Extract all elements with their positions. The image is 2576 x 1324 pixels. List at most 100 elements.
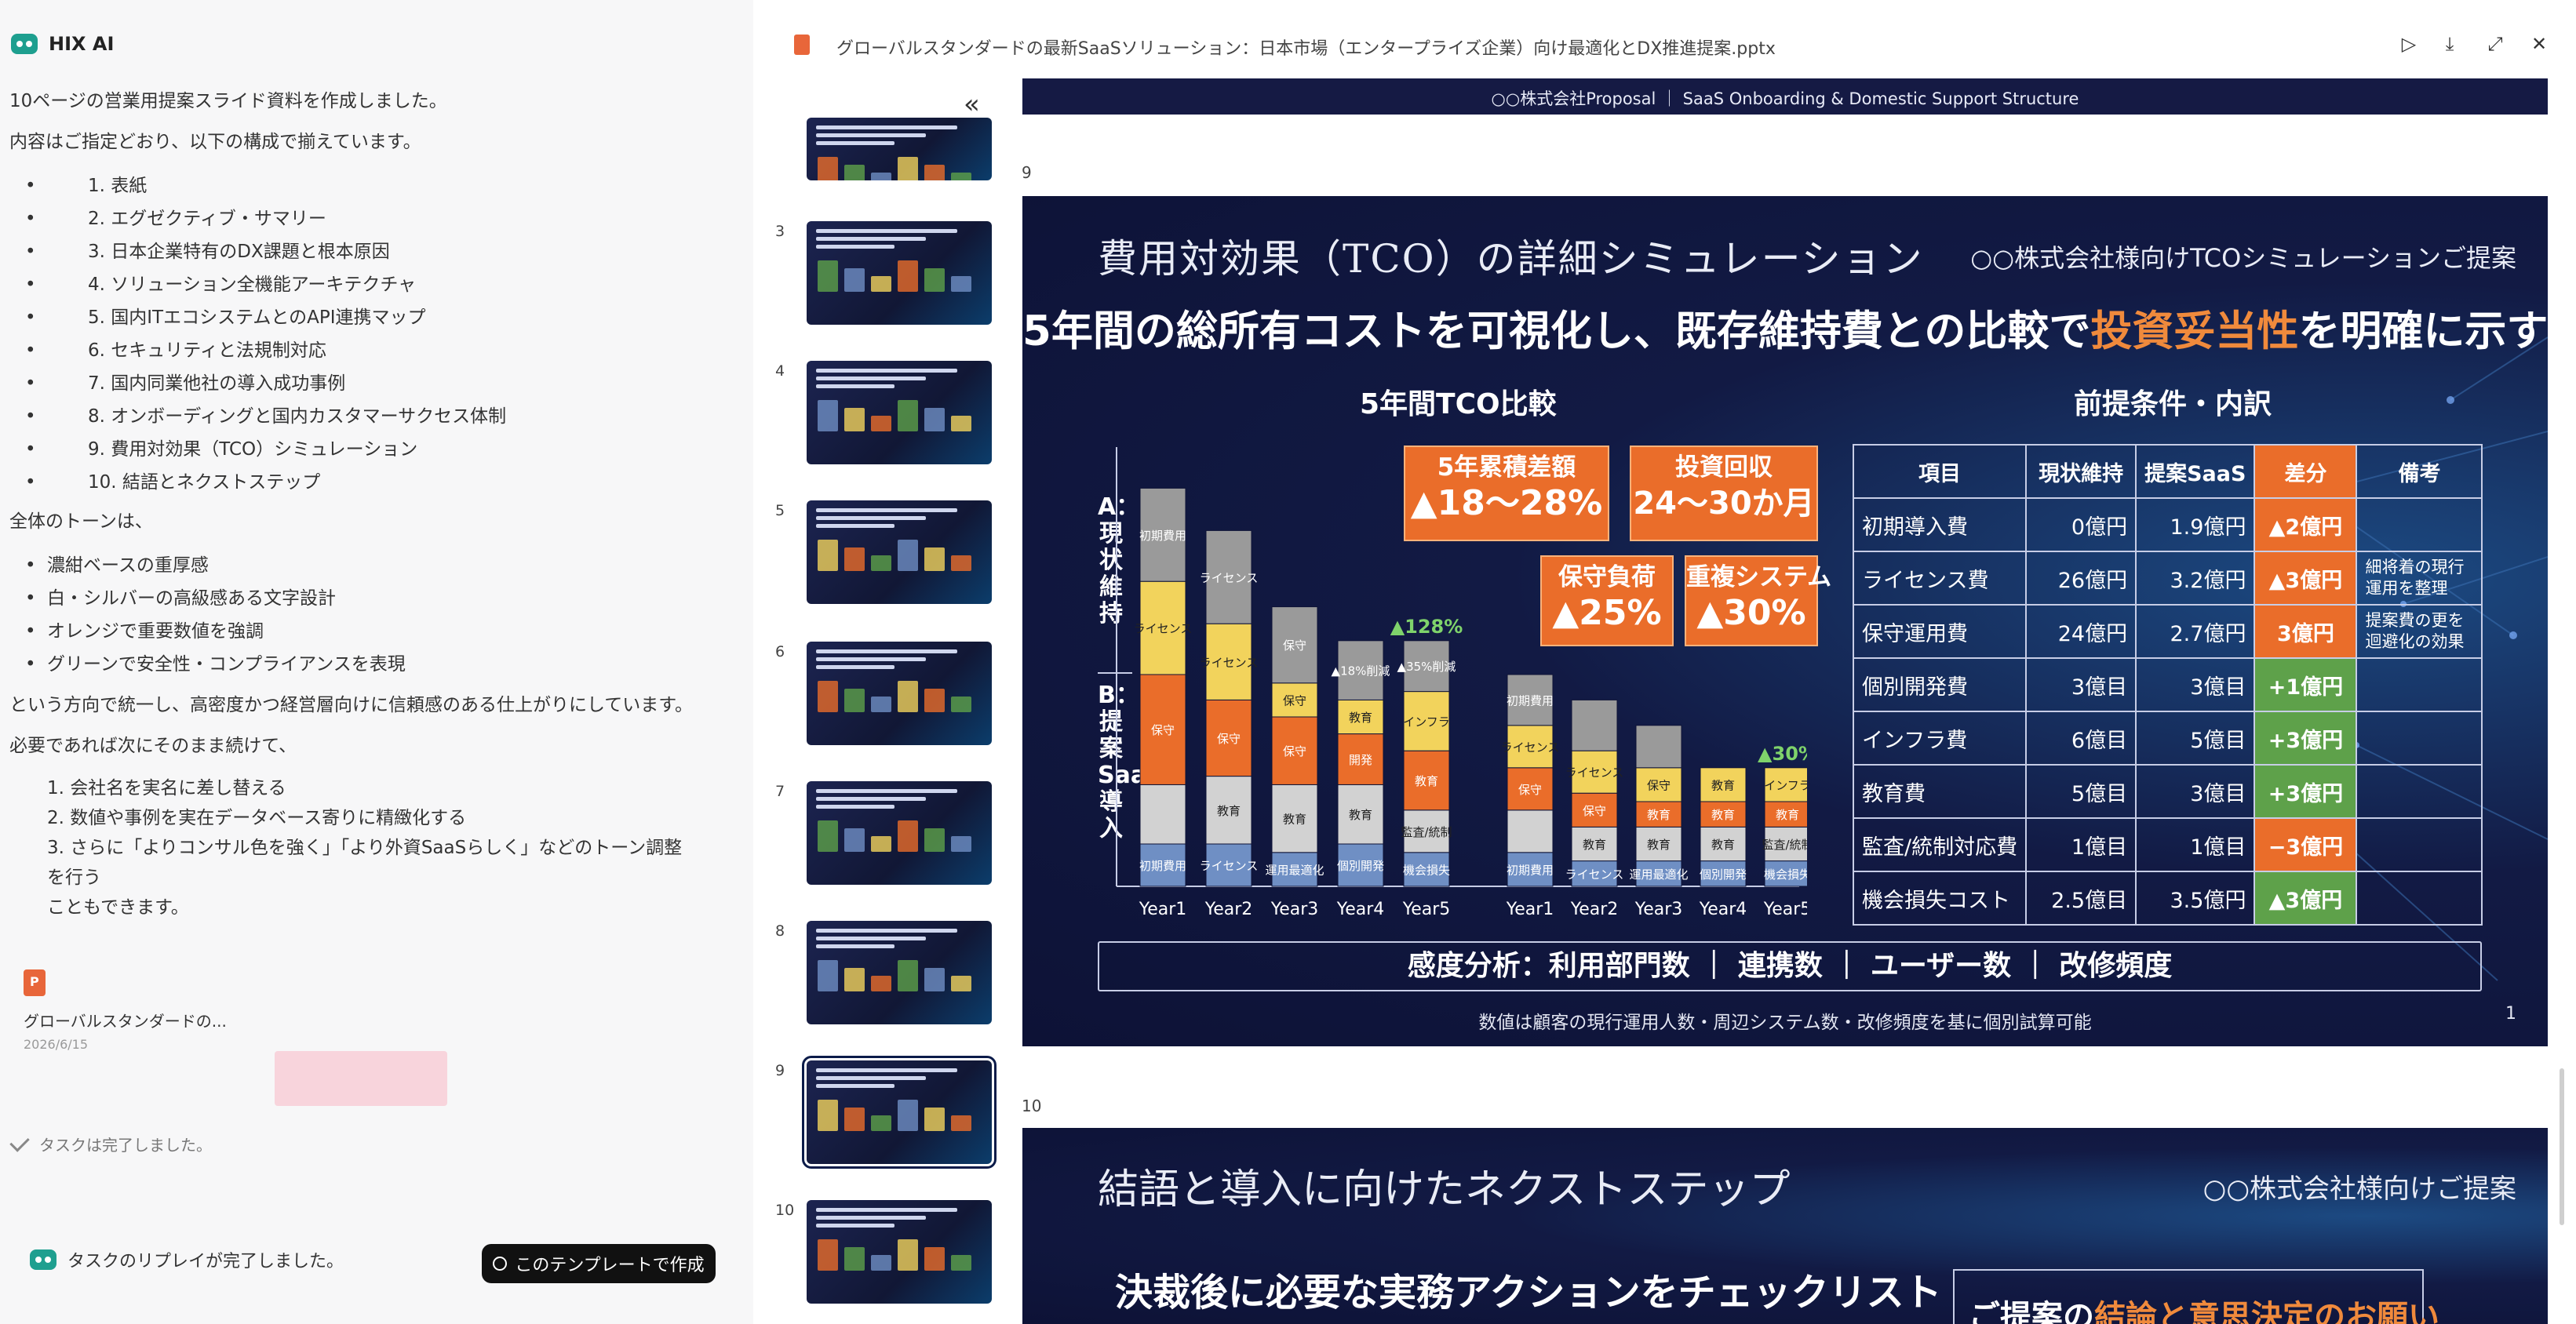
tone-list: 濃紺ベースの重厚感 白・シルバーの高級感ある文字設計 オレンジで重要数値を強調 …: [9, 549, 716, 681]
table-cell-current: 26億円: [2025, 551, 2137, 606]
bar-segment-label: 保守: [1283, 638, 1306, 653]
kpi-card: 5年累積差額 ▲18〜28%: [1404, 446, 1609, 541]
use-template-label: このテンプレートで作成: [515, 1256, 705, 1275]
slide-subtitle: ○○株式会社様向けTCOシミュレーションご提案: [1970, 243, 2516, 273]
slide-footnote: 数値は顧客の現行運用人数・周辺システム数・改修頻度を基に個別試算可能: [1478, 1013, 2092, 1033]
kpi-label: 5年累積差額: [1437, 453, 1576, 482]
x-tick-label: Year2: [1204, 900, 1253, 919]
bar-segment-label: 監査/統制: [1762, 838, 1807, 852]
table-row: ライセンス費 26億円 3.2億円 ▲3億円 細将着の現行運用を整理: [1852, 551, 2483, 606]
attachment-card[interactable]: グローバルスタンダードの... 2026/6/15: [24, 969, 447, 1106]
check-icon: [9, 1131, 30, 1152]
outline-item: 3. 日本企業特有のDX課題と根本原因: [9, 235, 716, 268]
table-cell-current: 3億目: [2025, 657, 2137, 712]
table-cell-note: [2356, 817, 2483, 872]
outline-item: 7. 国内同業他社の導入成功事例: [9, 367, 716, 400]
close-icon[interactable]: ✕: [2528, 33, 2550, 55]
chat-panel: HIX AI 10ページの営業用提案スライド資料を作成しました。 内容はご指定ど…: [0, 0, 753, 1324]
slide-title: 結語と導入に向けたネクストステップ: [1098, 1166, 1791, 1213]
play-icon[interactable]: ▷: [2398, 33, 2420, 55]
thumbnail-image[interactable]: [807, 500, 992, 604]
tco-breakdown-table: 項目 現状維持 提案SaaS 差分 備考 初期導入費 0億円 1.9億円 ▲2億円 ライ…: [1852, 444, 2483, 926]
table-header-row: 項目 現状維持 提案SaaS 差分 備考: [1852, 444, 2483, 499]
bar-segment-label: ライセンス: [1200, 656, 1259, 670]
replay-status-text: タスクのリプレイが完了しました。: [67, 1252, 344, 1271]
bar-segment-label: 保守: [1283, 744, 1306, 758]
table-cell-note: 細将着の現行運用を整理: [2356, 551, 2483, 606]
table-cell-current: 0億円: [2025, 497, 2137, 552]
message-structure-lead: 内容はご指定どおり、以下の構成で揃えています。: [9, 132, 421, 152]
table-cell-item: インフラ費: [1852, 711, 2028, 766]
thumbnail-image[interactable]: [807, 1200, 992, 1304]
bar-segment-label: 教育: [1415, 774, 1438, 788]
table-title: 前提条件・内訳: [2074, 388, 2272, 420]
bar-segment-label: 保守: [1151, 723, 1175, 737]
thumbnail-image[interactable]: [807, 642, 992, 745]
kpi-card: 保守負荷 ▲25%: [1540, 555, 1674, 646]
bar-segment-label: 機会損失: [1764, 868, 1807, 882]
thumbnail-image[interactable]: [807, 118, 992, 180]
table-cell-item: 機会損失コスト: [1852, 871, 2028, 926]
kpi-value: 24〜30か月: [1633, 486, 1815, 522]
expand-icon[interactable]: ⤢: [2484, 33, 2506, 55]
table-cell-note: [2356, 497, 2483, 552]
thumbnail-number: 7: [775, 783, 785, 800]
slide-subtitle: ○○株式会社様向けご提案: [2203, 1173, 2516, 1205]
thumbnail-image[interactable]: [802, 1056, 997, 1169]
message-next-lead: 必要であれば次にそのまま続けて、: [9, 736, 297, 756]
bar-top-annotation: ▲128%: [1390, 616, 1463, 638]
attachment-preview[interactable]: [275, 1051, 447, 1106]
bar-segment: [1571, 699, 1618, 751]
thumbnail-number: 6: [775, 643, 785, 660]
x-tick-label: Year5: [1763, 900, 1807, 919]
kpi-value: ▲30%: [1696, 593, 1806, 633]
bar-segment-label: 教育: [1711, 808, 1735, 822]
table-cell-note: 提案費の更を迴避化の効果: [2356, 604, 2483, 659]
collapse-panel-icon[interactable]: «: [964, 91, 980, 118]
table-header: 現状維持: [2025, 444, 2137, 499]
x-tick-label: Year2: [1570, 900, 1619, 919]
slide-10: 結語と導入に向けたネクストステップ ○○株式会社様向けご提案 決裁後に必要な実務…: [1022, 1128, 2548, 1324]
task-status-text: タスクは完了しました。: [39, 1136, 212, 1155]
outline-item: 2. エグゼクティブ・サマリー: [9, 202, 716, 235]
table-cell-item: 初期導入費: [1852, 497, 2028, 552]
headline-highlight: 投資妥当性: [2090, 307, 2299, 355]
assistant-message: 10ページの営業用提案スライド資料を作成しました。 内容はご指定どおり、以下の構…: [9, 88, 716, 927]
kpi-card: 重複システム ▲30%: [1685, 555, 1831, 646]
table-cell-note: [2356, 871, 2483, 926]
thumbnail-number: 10: [775, 1202, 795, 1219]
use-template-button[interactable]: このテンプレートで作成: [482, 1244, 716, 1283]
table-header: 備考: [2356, 444, 2483, 499]
thumbnail-image[interactable]: [807, 361, 992, 464]
bar-segment-label: 運用最適化: [1629, 868, 1688, 882]
bar-segment-label: 初期費用: [1507, 693, 1554, 707]
hix-logo-icon: [11, 34, 38, 54]
table-cell-item: 監査/統制対応費: [1852, 817, 2028, 872]
thumbnail-number: 4: [775, 362, 785, 380]
app-name: HIX AI: [49, 33, 115, 55]
next-step-item: 2. 数値や事例を実在データベース寄りに精緻化する: [47, 808, 467, 828]
outline-item: 6. セキュリティと法規制対応: [9, 334, 716, 367]
outline-item: 5. 国内ITエコシステムとのAPI連携マップ: [9, 301, 716, 334]
bar-segment-label: 教育: [1711, 838, 1735, 852]
thumbnail-image[interactable]: [807, 221, 992, 325]
document-title: グローバルスタンダードの最新SaaSソリューション：日本市場（エンタープライズ企…: [836, 39, 1776, 59]
outline-item: 1. 表紙: [9, 169, 716, 202]
table-cell-diff: ▲3億円: [2254, 871, 2358, 926]
thumbnail-image[interactable]: [807, 781, 992, 885]
hix-logo-icon: [30, 1249, 56, 1270]
download-icon[interactable]: ⤓: [2439, 33, 2461, 55]
bar-segment-label: 保守: [1518, 783, 1542, 797]
bar-segment-label: ライセンス: [1200, 859, 1259, 873]
table-cell-diff: +3億円: [2254, 711, 2358, 766]
bar-segment-label: ライセンス: [1501, 740, 1560, 755]
slide-label: 9: [1022, 163, 1032, 182]
table-cell-current: 6億目: [2025, 711, 2137, 766]
conclusion-box-highlight: 結論と意思決定のお願い: [2094, 1299, 2439, 1324]
table-cell-note: [2356, 657, 2483, 712]
outline-item: 8. オンボーディングと国内カスタマーサクセス体制: [9, 400, 716, 433]
thumbnail-image[interactable]: [807, 921, 992, 1024]
preview-scrollbar[interactable]: [2560, 1068, 2564, 1225]
table-cell-diff: +3億円: [2254, 764, 2358, 819]
table-cell-diff: +1億円: [2254, 657, 2358, 712]
